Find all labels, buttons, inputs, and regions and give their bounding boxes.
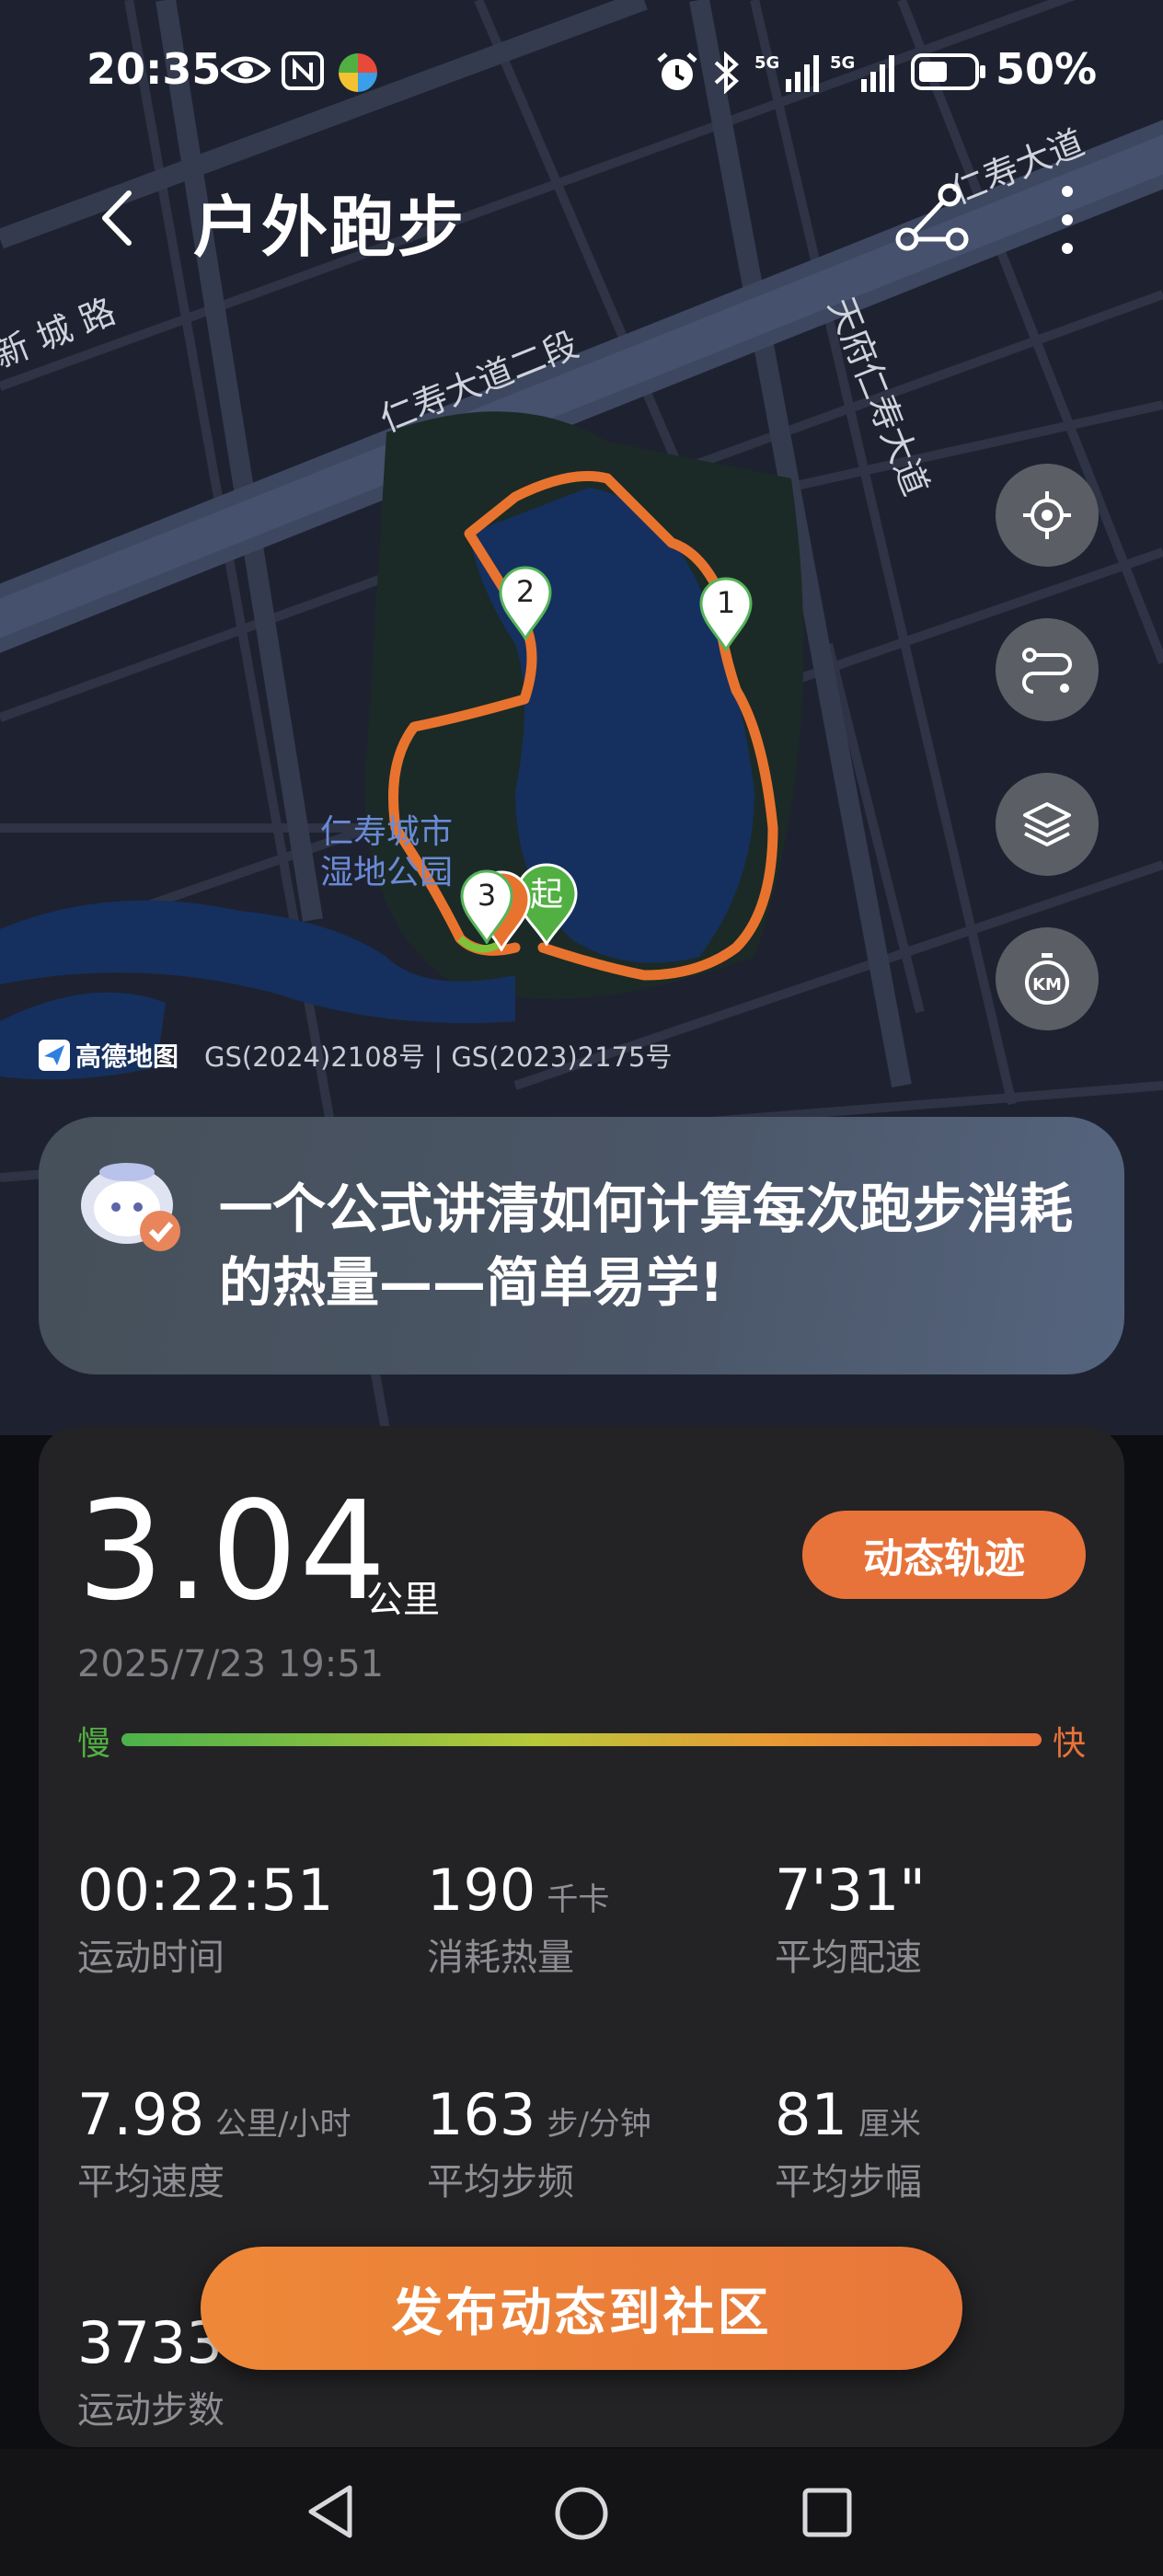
locate-button[interactable] <box>996 464 1099 567</box>
page-title: 户外跑步 <box>193 189 466 266</box>
nfc-icon <box>282 52 324 90</box>
svg-text:3: 3 <box>478 878 496 913</box>
svg-text:5G: 5G <box>754 53 779 73</box>
amap-logo: 高德地图 <box>39 1037 178 1074</box>
km-timer-icon: KM <box>1025 953 1069 1005</box>
km-marker-3[interactable]: 3 <box>458 868 515 944</box>
stat-label: 平均速度 <box>77 2161 225 2203</box>
stat-unit: 步/分钟 <box>547 2106 651 2143</box>
layers-button[interactable] <box>996 773 1099 876</box>
svg-text:KM: KM <box>1032 975 1062 995</box>
route-toggle-button[interactable] <box>996 618 1099 721</box>
stat-avg-pace: 7'31" 平均配速 <box>775 1857 1106 1981</box>
route-share-button[interactable] <box>892 178 970 256</box>
svg-text:2: 2 <box>516 574 535 609</box>
stat-avg-cadence: 163 步/分钟 平均步频 <box>427 2081 758 2205</box>
stat-label: 运动步数 <box>77 2389 225 2432</box>
km-marker-1[interactable]: 1 <box>697 576 754 651</box>
alarm-icon <box>657 52 697 90</box>
stat-calories: 190 千卡 消耗热量 <box>427 1857 758 1981</box>
map-license-text: GS(2024)2108号 | GS(2023)2175号 <box>204 1041 673 1073</box>
km-marker-2[interactable]: 2 <box>497 565 554 640</box>
pace-fast-label: 快 <box>1052 1725 1086 1763</box>
stat-value: 7.98 <box>77 2081 205 2148</box>
svg-text:起: 起 <box>530 876 563 914</box>
stat-value: 7'31" <box>775 1857 926 1924</box>
header: 户外跑步 <box>0 166 1163 276</box>
more-options-button[interactable] <box>1043 178 1091 261</box>
route-toggle-icon <box>1022 648 1072 694</box>
park-label-line1: 仁寿城市 <box>320 813 453 851</box>
stat-value: 00:22:51 <box>77 1857 334 1924</box>
amap-logo-icon <box>39 1040 70 1071</box>
signal-5g-icon-2: 5G <box>830 53 894 92</box>
stat-value: 81 <box>775 2081 847 2148</box>
amap-logo-text: 高德地图 <box>75 1041 179 1072</box>
layers-icon <box>1023 802 1071 846</box>
app-notification-icon <box>339 53 377 92</box>
distance-unit: 公里 <box>366 1579 440 1621</box>
stat-label: 消耗热量 <box>427 1937 574 1979</box>
stat-unit: 厘米 <box>858 2106 921 2143</box>
eye-icon <box>221 56 271 84</box>
publish-to-community-button[interactable]: 发布动态到社区 <box>201 2247 962 2370</box>
svg-text:5G: 5G <box>830 53 855 73</box>
stat-label: 平均步幅 <box>775 2161 922 2203</box>
stat-unit: 公里/小时 <box>215 2106 351 2143</box>
stat-duration: 00:22:51 运动时间 <box>77 1857 409 1981</box>
pace-gradient-bar <box>121 1733 1042 1746</box>
battery-icon <box>911 53 985 90</box>
stat-label: 平均配速 <box>775 1937 922 1979</box>
article-title: 一个公式讲清如何计算每次跑步消耗的热量——简单易学! <box>219 1178 1074 1314</box>
nav-home-icon[interactable] <box>552 2484 611 2543</box>
run-datetime: 2025/7/23 19:51 <box>77 1643 385 1685</box>
stat-value: 163 <box>427 2081 536 2148</box>
system-nav-bar <box>0 2449 1163 2576</box>
stat-avg-speed: 7.98 公里/小时 平均速度 <box>77 2081 409 2205</box>
status-time: 20:35 <box>86 44 222 94</box>
pace-slow-label: 慢 <box>77 1725 111 1763</box>
locate-icon <box>1023 491 1071 539</box>
back-button[interactable] <box>88 186 153 250</box>
km-timer-button[interactable]: KM <box>996 927 1099 1030</box>
svg-text:1: 1 <box>717 585 735 620</box>
bluetooth-icon <box>714 52 739 94</box>
stat-unit: 千卡 <box>547 1881 610 1918</box>
park-label-line2: 湿地公园 <box>320 854 453 891</box>
stat-avg-stride: 81 厘米 平均步幅 <box>775 2081 1106 2205</box>
dynamic-track-button[interactable]: 动态轨迹 <box>802 1511 1086 1599</box>
stat-label: 平均步频 <box>427 2161 574 2203</box>
map-attribution: 高德地图 GS(2024)2108号 | GS(2023)2175号 <box>39 1034 672 1076</box>
status-bar: 20:35 5G 5G 50% <box>0 0 1163 147</box>
stat-label: 运动时间 <box>77 1937 225 1979</box>
signal-5g-icon-1: 5G <box>754 53 819 92</box>
distance-value: 3.04 <box>77 1472 388 1630</box>
article-banner[interactable]: 一个公式讲清如何计算每次跑步消耗的热量——简单易学! <box>39 1117 1124 1374</box>
battery-percent: 50% <box>996 44 1098 94</box>
nav-back-icon[interactable] <box>304 2482 359 2541</box>
pace-legend: 慢 快 <box>77 1717 1086 1763</box>
mascot-icon <box>81 1163 180 1251</box>
stat-value: 190 <box>427 1857 536 1924</box>
nav-recents-icon[interactable] <box>800 2486 854 2539</box>
